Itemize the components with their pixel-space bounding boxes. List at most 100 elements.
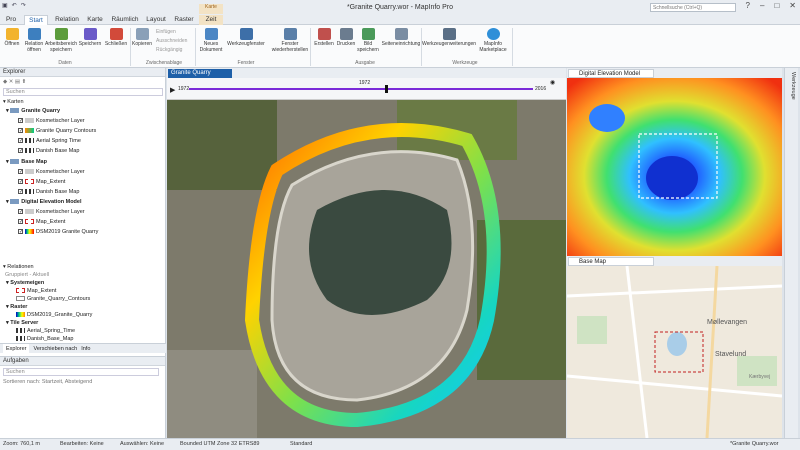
minimize-icon[interactable]: – <box>760 1 764 10</box>
tab-relation[interactable]: Relation <box>52 15 82 25</box>
layer-row[interactable]: ✓ Map_Extent <box>18 179 65 185</box>
status-standard[interactable]: Standard <box>290 441 312 447</box>
relation-item[interactable]: Aerial_Spring_Time <box>16 328 75 334</box>
undo-button[interactable]: Rückgängig <box>156 47 182 53</box>
quick-search-input[interactable]: Schnellsuche (Ctrl+Q) <box>650 3 736 12</box>
layer-checkbox[interactable]: ✓ <box>18 138 23 144</box>
copy-button[interactable]: Kopieren <box>132 28 152 47</box>
tool-window-button[interactable]: Werkzeugfenster <box>226 28 266 47</box>
layer-row[interactable]: ✓ Kosmetischer Layer <box>18 169 85 175</box>
rel-group[interactable]: ▾ Tile Server <box>6 320 38 326</box>
layer-row[interactable]: ✓ Aerial Spring Time <box>18 138 81 144</box>
tools-side-tab[interactable]: Werkzeuge <box>786 72 796 132</box>
help-icon[interactable]: ? <box>746 1 750 10</box>
tab-raster[interactable]: Raster <box>172 15 196 25</box>
tasks-sort[interactable]: Sortieren nach: Startzeit, Absteigend <box>3 379 92 385</box>
time-track[interactable] <box>189 88 533 90</box>
cut-button[interactable]: Ausschneiden <box>156 38 187 44</box>
layer-row[interactable]: ✓ Map_Extent <box>18 219 65 225</box>
maximize-icon[interactable]: □ <box>774 1 779 10</box>
relation-item[interactable]: Granite_Quarry_Contours <box>16 296 90 302</box>
new-document-button[interactable]: Neues Dokument <box>198 28 224 53</box>
dem-canvas[interactable] <box>567 78 782 256</box>
group-label-daten: Daten <box>58 60 72 66</box>
group-filter[interactable]: Gruppiert - Aktuell <box>5 272 49 278</box>
tab-karte[interactable]: Karte <box>84 15 106 25</box>
map-canvas[interactable] <box>167 100 566 438</box>
tab-layout[interactable]: Layout <box>143 15 169 25</box>
restore-windows-button[interactable]: Fenster wiederherstellen <box>270 28 310 53</box>
dem-window: Digital Elevation Model <box>567 68 782 256</box>
status-zoom[interactable]: Zoom: 760,1 m <box>3 441 40 447</box>
layer-row[interactable]: ✓ Kosmetischer Layer <box>18 209 85 215</box>
open-button[interactable]: Öffnen <box>2 28 22 47</box>
open-table-button[interactable]: Relation öffnen <box>22 28 46 53</box>
paste-button[interactable]: Einfügen <box>156 29 176 35</box>
save-button[interactable]: Speichern <box>77 28 103 47</box>
map-tab[interactable]: Granite Quarry <box>168 69 232 78</box>
explorer-search-input[interactable]: Suchen <box>3 88 163 96</box>
status-edit[interactable]: Bearbeiten: Keine <box>60 441 104 447</box>
rel-group[interactable]: ▾ Systemeigen <box>6 280 44 286</box>
relation-name: Map_Extent <box>27 288 57 294</box>
tab-info[interactable]: Info <box>81 344 90 353</box>
layer-checkbox[interactable]: ✓ <box>18 128 23 134</box>
map-window: Granite Quarry ▶ 1972 1972 2016 ◉ <box>167 68 566 438</box>
relation-icon <box>16 296 25 302</box>
tab-pro[interactable]: Pro <box>2 15 20 25</box>
relation-name: Granite_Quarry_Contours <box>27 296 91 302</box>
tab-zeit[interactable]: Zeit <box>199 15 223 25</box>
relations-section[interactable]: ▾ Relationen <box>3 264 34 270</box>
tool-extensions-button[interactable]: Werkzeugerweiterungen <box>422 28 476 47</box>
tab-start[interactable]: Start <box>24 15 48 25</box>
relation-item[interactable]: DSM2019_Granite_Quarry <box>16 312 92 318</box>
layer-checkbox[interactable]: ✓ <box>18 209 23 215</box>
layer-row[interactable]: ✓ Granite Quarry Contours <box>18 128 96 134</box>
layer-row[interactable]: ✓ Kosmetischer Layer <box>18 118 85 124</box>
base-map-canvas[interactable]: Møllevangen Stavelund Kærbyvej <box>567 266 782 438</box>
layer-checkbox[interactable]: ✓ <box>18 229 23 235</box>
page-setup-button[interactable]: Seiteneinrichtung <box>381 28 421 47</box>
layer-checkbox[interactable]: ✓ <box>18 179 23 185</box>
layer-checkbox[interactable]: ✓ <box>18 118 23 124</box>
close-icon[interactable]: ✕ <box>789 1 796 10</box>
marketplace-button[interactable]: MapInfo Marketplace <box>478 28 508 53</box>
save-workspace-button[interactable]: Arbeitsbereich speichern <box>45 28 77 53</box>
status-select[interactable]: Auswählen: Keine <box>120 441 164 447</box>
map-base-map[interactable]: ▾ Base Map <box>6 159 47 165</box>
relation-item[interactable]: Danish_Base_Map <box>16 336 73 342</box>
time-end: 2016 <box>535 86 547 92</box>
save-image-button[interactable]: Bild speichern <box>357 28 379 53</box>
maps-section[interactable]: ▾ Karten <box>3 99 24 105</box>
rel-group[interactable]: ▾ Raster <box>6 304 27 310</box>
close-table-label: Schließen <box>104 41 128 47</box>
explorer-toolbar: ◆ ✕ ▤ ⬆ <box>3 79 27 85</box>
layer-checkbox[interactable]: ✓ <box>18 219 23 225</box>
layer-row[interactable]: ✓ DSM2019 Granite Quarry <box>18 229 98 235</box>
layer-row[interactable]: ✓ Danish Base Map <box>18 148 79 154</box>
map-dem[interactable]: ▾ Digital Elevation Model <box>6 199 82 205</box>
tasks-search-input[interactable]: Suchen <box>3 368 159 376</box>
layer-checkbox[interactable]: ✓ <box>18 189 23 195</box>
timeline-controls[interactable]: ◉ <box>550 79 555 86</box>
dem-tab[interactable]: Digital Elevation Model <box>568 69 654 78</box>
time-handle[interactable] <box>385 85 388 93</box>
print-button[interactable]: Drucken <box>335 28 357 47</box>
layer-row[interactable]: ✓ Danish Base Map <box>18 189 79 195</box>
ribbon-tabs: Pro Start Relation Karte Räumlich Layout… <box>0 14 800 25</box>
relation-item[interactable]: Map_Extent <box>16 288 56 294</box>
tab-raeumlich[interactable]: Räumlich <box>110 15 140 25</box>
create-button[interactable]: Erstellen <box>313 28 335 47</box>
time-slider[interactable]: ▶ 1972 1972 2016 ◉ <box>167 78 566 100</box>
play-icon[interactable]: ▶ <box>170 86 175 94</box>
base-tab[interactable]: Base Map <box>568 257 654 266</box>
new-document-icon <box>204 28 218 40</box>
status-projection[interactable]: Bounded UTM Zone 32 ETRS89 <box>180 441 260 447</box>
tool-window-icon <box>239 28 253 40</box>
layer-checkbox[interactable]: ✓ <box>18 169 23 175</box>
layer-checkbox[interactable]: ✓ <box>18 148 23 154</box>
map-granite-quarry[interactable]: ▾ Granite Quarry <box>6 108 60 114</box>
close-table-button[interactable]: Schließen <box>103 28 129 47</box>
tab-move-to[interactable]: Verschieben nach <box>33 344 77 353</box>
tab-explorer[interactable]: Explorer <box>3 344 30 353</box>
